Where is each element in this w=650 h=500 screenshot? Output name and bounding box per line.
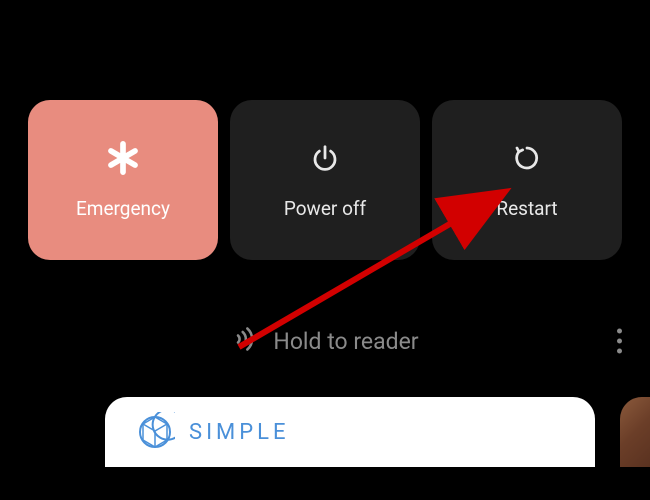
simple-brand-text: SIMPLE — [189, 420, 289, 445]
emergency-button[interactable]: Emergency — [28, 100, 218, 260]
nfc-hold-text: Hold to reader — [273, 328, 418, 355]
nfc-reader-section: Hold to reader — [0, 325, 650, 357]
restart-label: Restart — [496, 197, 557, 220]
emergency-label: Emergency — [76, 197, 170, 220]
simple-payment-card[interactable]: SIMPLE — [105, 397, 595, 467]
secondary-card[interactable] — [620, 397, 650, 467]
power-icon — [308, 141, 342, 175]
power-off-label: Power off — [284, 197, 366, 220]
payment-cards-area: SIMPLE — [0, 397, 650, 467]
restart-button[interactable]: Restart — [432, 100, 622, 260]
restart-icon — [510, 141, 544, 175]
overflow-menu-button[interactable] — [617, 329, 622, 354]
power-menu: Emergency Power off Restart — [0, 0, 650, 260]
simple-logo-icon — [135, 412, 175, 452]
nfc-waves-icon — [231, 325, 259, 357]
asterisk-icon — [106, 141, 140, 175]
power-off-button[interactable]: Power off — [230, 100, 420, 260]
